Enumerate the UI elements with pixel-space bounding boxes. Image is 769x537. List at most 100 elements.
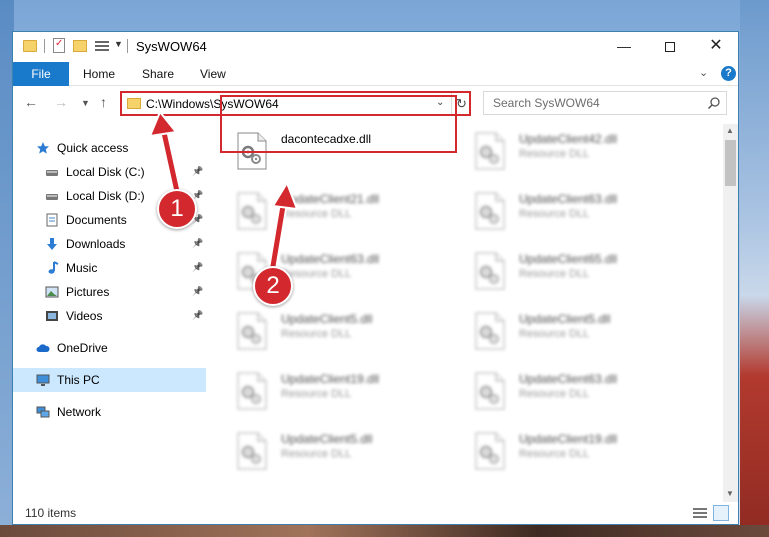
dll-file-icon — [474, 372, 506, 410]
properties-icon[interactable] — [53, 38, 65, 53]
dll-file-icon — [474, 432, 506, 470]
tab-file[interactable]: File — [13, 62, 69, 86]
sidebar-item-label: Downloads — [66, 237, 126, 251]
scroll-up-arrow-icon[interactable]: ▲ — [726, 126, 734, 135]
target-file-highlight — [220, 95, 457, 153]
sidebar-item-local-disk-c[interactable]: Local Disk (C:) 📌 — [13, 160, 206, 184]
sidebar-item-this-pc[interactable]: This PC — [13, 368, 206, 392]
quick-access-toolbar-dropdown[interactable]: ▼ — [114, 39, 123, 55]
dll-file-icon — [236, 192, 268, 230]
file-item[interactable]: UpdateClient65.dll Resource DLL — [451, 244, 671, 296]
file-name: UpdateClient5.dll — [519, 312, 611, 326]
file-name: UpdateClient65.dll — [519, 252, 618, 266]
view-options-icon[interactable] — [95, 39, 109, 53]
music-icon — [45, 261, 59, 275]
download-icon — [45, 237, 59, 251]
file-item[interactable]: UpdateClient21.dll Resource DLL — [213, 184, 433, 236]
tab-share[interactable]: Share — [142, 62, 174, 86]
file-item[interactable]: UpdateClient19.dll Resource DLL — [451, 424, 671, 476]
videos-icon — [45, 309, 59, 323]
desktop-background-bottom — [0, 525, 769, 537]
file-item[interactable]: UpdateClient63.dll Resource DLL — [451, 184, 671, 236]
folder-icon — [127, 98, 141, 109]
help-icon[interactable]: ? — [721, 66, 736, 81]
drive-icon — [45, 189, 59, 203]
ribbon-tabs: File Home Share View ⌄ ? — [13, 62, 738, 86]
details-view-icon[interactable] — [693, 507, 707, 519]
up-arrow-icon[interactable]: ↑ — [100, 94, 107, 110]
dll-file-icon — [474, 252, 506, 290]
dll-file-icon — [474, 312, 506, 350]
new-folder-icon[interactable] — [73, 40, 87, 52]
sidebar-item-network[interactable]: Network — [13, 400, 206, 424]
desktop-background-right — [740, 0, 769, 537]
scroll-down-arrow-icon[interactable]: ▼ — [726, 489, 734, 498]
file-name: UpdateClient19.dll — [519, 432, 618, 446]
navigation-pane: Quick access Local Disk (C:) 📌 Local Disk (… — [13, 124, 206, 502]
vertical-scrollbar[interactable]: ▲ ▼ — [723, 124, 738, 502]
close-button[interactable]: ✕ — [693, 32, 739, 62]
title-bar: ▼ SysWOW64 — ✕ — [13, 32, 738, 62]
sidebar-item-pictures[interactable]: Pictures 📌 — [13, 280, 206, 304]
file-type: Resource DLL — [281, 448, 352, 460]
pin-icon[interactable]: 📌 — [192, 262, 203, 273]
folder-icon — [23, 40, 37, 52]
search-icon[interactable] — [707, 96, 721, 110]
sidebar-item-onedrive[interactable]: OneDrive — [13, 336, 206, 360]
tab-view[interactable]: View — [200, 62, 226, 86]
search-box[interactable] — [483, 91, 727, 115]
sidebar-item-label: Quick access — [57, 141, 129, 155]
sidebar-item-label: Local Disk (D:) — [66, 189, 145, 203]
file-name: UpdateClient5.dll — [281, 312, 373, 326]
back-arrow-icon[interactable]: ← — [24, 94, 38, 110]
toolbar-divider — [44, 39, 45, 53]
file-item[interactable]: UpdateClient5.dll Resource DLL — [451, 304, 671, 356]
dll-file-icon — [474, 192, 506, 230]
minimize-button[interactable]: — — [601, 32, 647, 62]
pin-icon[interactable]: 📌 — [192, 310, 203, 321]
file-type: Resource DLL — [519, 448, 590, 460]
file-item[interactable]: UpdateClient42.dll Resource DLL — [451, 124, 671, 176]
drive-icon — [45, 165, 59, 179]
sidebar-item-label: OneDrive — [57, 341, 108, 355]
dll-file-icon — [474, 132, 506, 170]
maximize-icon — [665, 42, 675, 53]
file-name: UpdateClient19.dll — [281, 372, 380, 386]
sidebar-item-downloads[interactable]: Downloads 📌 — [13, 232, 206, 256]
file-item[interactable]: UpdateClient63.dll Resource DLL — [451, 364, 671, 416]
file-name: UpdateClient21.dll — [281, 192, 380, 206]
tab-home[interactable]: Home — [83, 62, 115, 86]
file-item[interactable]: UpdateClient5.dll Resource DLL — [213, 304, 433, 356]
dll-file-icon — [236, 312, 268, 350]
toolbar-divider — [127, 39, 128, 53]
sidebar-item-label: This PC — [57, 373, 100, 387]
recent-locations-chevron-icon[interactable]: ▼ — [81, 98, 90, 108]
documents-icon — [45, 213, 59, 227]
dll-file-icon — [236, 372, 268, 410]
sidebar-item-label: Pictures — [66, 285, 110, 299]
item-count: 110 items — [25, 506, 77, 520]
large-icons-view-icon[interactable] — [713, 505, 729, 521]
expand-ribbon-chevron-icon[interactable]: ⌄ — [699, 66, 708, 79]
sidebar-item-quick-access[interactable]: Quick access — [13, 136, 206, 160]
pin-icon[interactable]: 📌 — [192, 286, 203, 297]
sidebar-item-videos[interactable]: Videos 📌 — [13, 304, 206, 328]
pin-icon[interactable]: 📌 — [192, 238, 203, 249]
file-name: UpdateClient63.dll — [519, 372, 618, 386]
scrollbar-thumb[interactable] — [725, 140, 736, 186]
pin-icon[interactable]: 📌 — [192, 166, 203, 177]
network-icon — [36, 405, 50, 419]
search-input[interactable] — [484, 92, 704, 114]
file-item[interactable]: UpdateClient19.dll Resource DLL — [213, 364, 433, 416]
forward-arrow-icon[interactable]: → — [54, 94, 68, 110]
pictures-icon — [45, 285, 59, 299]
status-bar: 110 items — [13, 502, 738, 524]
file-item[interactable]: UpdateClient5.dll Resource DLL — [213, 424, 433, 476]
computer-icon — [36, 373, 50, 387]
file-item[interactable]: UpdateClient63.dll Resource DLL — [213, 244, 433, 296]
sidebar-item-label: Music — [66, 261, 98, 275]
file-type: Resource DLL — [519, 268, 590, 280]
sidebar-item-music[interactable]: Music 📌 — [13, 256, 206, 280]
file-type: Resource DLL — [519, 148, 590, 160]
maximize-button[interactable] — [647, 32, 693, 62]
